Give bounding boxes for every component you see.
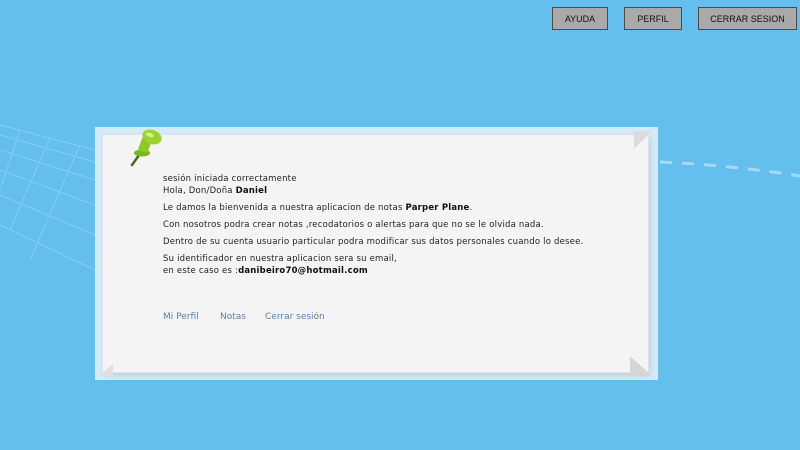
profile-button[interactable]: PERFIL — [624, 7, 682, 30]
pushpin-icon — [130, 129, 162, 167]
welcome-line: Le damos la bienvenida a nuestra aplicac… — [163, 202, 643, 214]
paper-fold-bottom-left — [99, 364, 113, 376]
create-notes-line: Con nosotros podra crear notas ,recodato… — [163, 220, 544, 230]
welcome-suffix: . — [469, 203, 473, 213]
note-text: sesión iniciada correctamente Hola, Don/… — [163, 173, 643, 277]
user-name: Daniel — [235, 186, 268, 196]
user-email: danibeiro70@hotmail.com — [238, 266, 368, 276]
account-line: Dentro de su cuenta usuario particular p… — [163, 237, 584, 247]
notes-link[interactable]: Notas — [220, 312, 246, 322]
logout-button[interactable]: CERRAR SESION — [698, 7, 797, 30]
greeting: Hola, Don/Doña Daniel — [163, 185, 643, 197]
logout-link[interactable]: Cerrar sesión — [265, 312, 325, 322]
paper-fold-top-right — [634, 131, 652, 149]
welcome-prefix: Le damos la bienvenida a nuestra aplicac… — [163, 203, 406, 213]
email-line: en este caso es :danibeiro70@hotmail.com — [163, 265, 643, 277]
paper-fold-bottom-right — [630, 356, 652, 376]
email-prefix: en este caso es : — [163, 266, 239, 276]
my-profile-link[interactable]: Mi Perfil — [163, 312, 199, 322]
session-status: sesión iniciada correctamente — [163, 174, 297, 184]
app-name: Parper Plane — [405, 203, 470, 213]
help-button[interactable]: AYUDA — [552, 7, 608, 30]
identifier-line: Su identificador en nuestra aplicacion s… — [163, 254, 397, 264]
greeting-prefix: Hola, Don/Doña — [163, 186, 236, 196]
